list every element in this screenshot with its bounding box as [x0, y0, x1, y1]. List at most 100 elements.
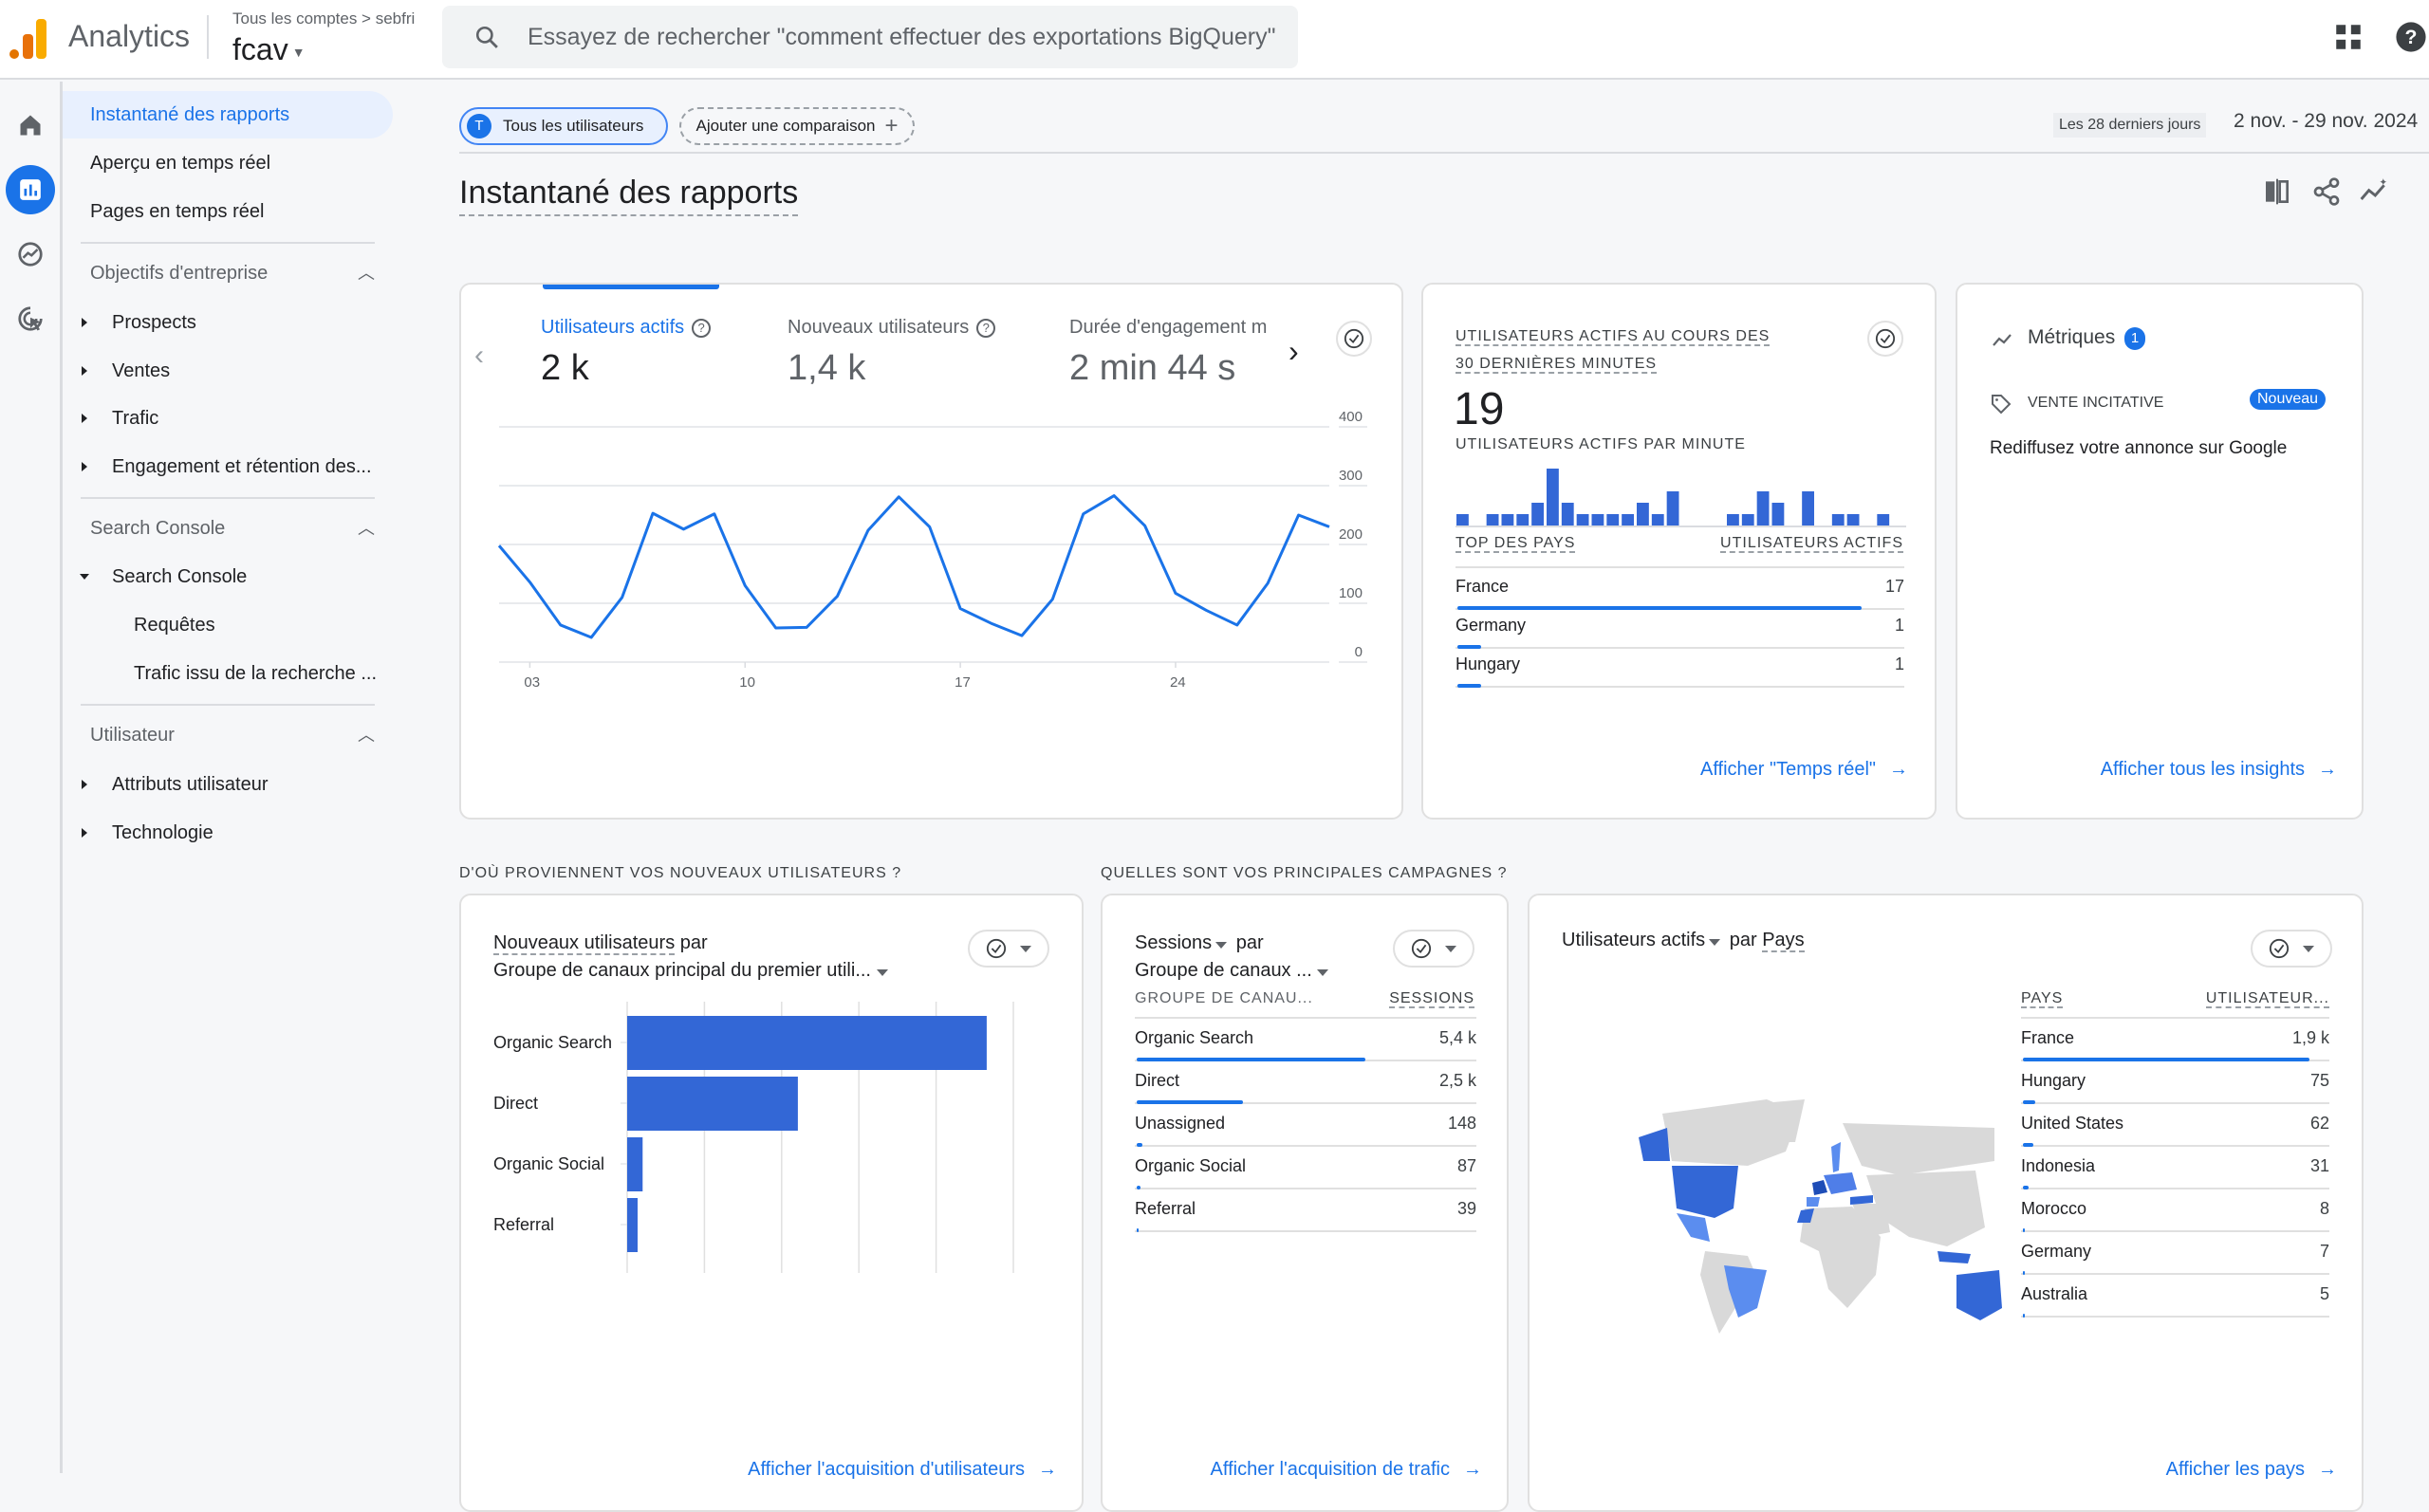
data-point[interactable] — [678, 525, 688, 534]
customize-card-button[interactable] — [968, 930, 1049, 968]
minute-bar[interactable] — [1606, 514, 1620, 526]
help-circle-icon[interactable]: ? — [692, 318, 712, 338]
nav-item-prospects[interactable]: Prospects — [63, 299, 196, 346]
view-traffic-acquisition-link[interactable]: Afficher l'acquisition de trafic → — [1211, 1459, 1482, 1481]
minute-bar[interactable] — [1651, 514, 1664, 526]
data-point[interactable] — [802, 622, 811, 632]
data-point[interactable] — [618, 593, 627, 602]
apps-grid-icon[interactable] — [2332, 21, 2364, 53]
minute-bar[interactable] — [1771, 503, 1785, 526]
table-row[interactable]: Unassigned 148 — [1135, 1108, 1476, 1147]
dimension-selector[interactable]: Groupe de canaux ... — [1135, 960, 1312, 981]
customize-card-button[interactable] — [2251, 930, 2332, 968]
minute-bar[interactable] — [1576, 514, 1589, 526]
nav-item-realtime-overview[interactable]: Aperçu en temps réel — [63, 139, 270, 187]
minute-bar[interactable] — [1831, 514, 1845, 526]
date-range[interactable]: 2 nov. - 29 nov. 2024 — [2234, 110, 2418, 133]
data-point[interactable] — [1233, 620, 1242, 630]
minute-bar[interactable] — [1877, 514, 1890, 526]
minute-bar[interactable] — [1846, 514, 1860, 526]
data-point[interactable] — [987, 618, 996, 628]
data-point[interactable] — [894, 492, 903, 502]
data-point[interactable] — [710, 509, 719, 519]
rail-advertising[interactable] — [6, 294, 55, 343]
property-selector[interactable]: fcav ▼ — [232, 32, 306, 67]
nav-section-user[interactable]: Utilisateur ︿ — [90, 716, 375, 754]
data-point[interactable] — [771, 623, 781, 633]
minute-bar[interactable] — [1501, 514, 1514, 526]
nav-item-technology[interactable]: Technologie — [63, 809, 213, 857]
view-realtime-link[interactable]: Afficher "Temps réel" → — [1700, 759, 1908, 781]
data-point[interactable] — [1079, 509, 1088, 519]
nav-item-organic-search-traffic[interactable]: Trafic issu de la recherche ... — [63, 650, 377, 697]
customize-card-button[interactable] — [1336, 321, 1372, 357]
minute-bar[interactable] — [1591, 514, 1604, 526]
table-row[interactable]: Indonesia 31 — [2021, 1151, 2329, 1189]
minute-bar[interactable] — [1637, 503, 1649, 526]
customize-card-button[interactable] — [1867, 321, 1903, 357]
data-point[interactable] — [1048, 595, 1057, 604]
metric-selector[interactable]: Utilisateurs actifs — [1562, 930, 1705, 950]
minute-bar[interactable] — [1727, 514, 1739, 526]
nav-item-engagement[interactable]: Engagement et rétention des... — [63, 443, 372, 490]
data-point[interactable] — [494, 541, 504, 550]
minute-bar[interactable] — [1561, 503, 1574, 526]
next-kpi-arrow[interactable]: › — [1289, 334, 1299, 369]
world-map[interactable] — [1596, 1085, 2004, 1341]
view-user-acquisition-link[interactable]: Afficher l'acquisition d'utilisateurs → — [748, 1459, 1057, 1481]
search-bar[interactable] — [442, 6, 1298, 68]
table-row[interactable]: Direct 2,5 k — [1135, 1065, 1476, 1104]
data-point[interactable] — [955, 604, 965, 614]
minute-bar[interactable] — [1486, 514, 1499, 526]
date-preset-label[interactable]: Les 28 derniers jours — [2053, 113, 2207, 138]
table-row[interactable]: United States 62 — [2021, 1108, 2329, 1147]
insight-text[interactable]: Rediffusez votre annonce sur Google — [1990, 438, 2287, 459]
search-input[interactable] — [528, 6, 1277, 68]
minute-bar[interactable] — [1531, 503, 1544, 526]
data-point[interactable] — [740, 581, 750, 590]
insights-icon[interactable]: ✦ — [2359, 176, 2389, 207]
minute-bar[interactable] — [1547, 469, 1559, 526]
metric-selector[interactable]: Nouveaux utilisateurs — [493, 932, 676, 955]
data-point[interactable] — [1171, 588, 1180, 598]
table-row[interactable]: Australia 5 — [2021, 1279, 2329, 1318]
data-point[interactable] — [586, 633, 596, 642]
kpi-engagement-time[interactable]: Durée d'engagement m 2 min 44 s — [1069, 317, 1273, 389]
segment-chip-all-users[interactable]: T Tous les utilisateurs — [459, 107, 668, 145]
nav-item-realtime-pages[interactable]: Pages en temps réel — [63, 188, 264, 235]
previous-kpi-arrow[interactable]: ‹ — [474, 340, 484, 372]
table-row[interactable]: Organic Social 87 — [1135, 1151, 1476, 1189]
table-row[interactable]: Hungary 75 — [2021, 1065, 2329, 1104]
dimension-selector[interactable]: Pays — [1762, 930, 1805, 952]
nav-section-business-objectives[interactable]: Objectifs d'entreprise ︿ — [90, 254, 375, 292]
bar-direct[interactable] — [627, 1077, 798, 1131]
data-point[interactable] — [556, 620, 566, 630]
table-row[interactable]: Germany 7 — [2021, 1236, 2329, 1275]
nav-item-traffic[interactable]: Trafic — [63, 395, 158, 442]
data-point[interactable] — [1017, 631, 1027, 640]
nav-section-search-console[interactable]: Search Console ︿ — [90, 509, 375, 547]
nav-item-search-console[interactable]: Search Console — [63, 553, 247, 600]
minute-bar[interactable] — [1456, 514, 1469, 526]
bar-organic-social[interactable] — [627, 1137, 643, 1191]
data-point[interactable] — [832, 592, 842, 601]
bar-referral[interactable] — [627, 1198, 638, 1252]
help-icon[interactable]: ? — [2395, 21, 2427, 53]
kpi-new-users[interactable]: Nouveaux utilisateurs? 1,4 k — [788, 317, 996, 389]
data-point[interactable] — [525, 578, 534, 587]
data-point[interactable] — [863, 526, 873, 535]
minute-bar[interactable] — [1622, 514, 1634, 526]
data-point[interactable] — [1140, 521, 1150, 530]
rail-reports[interactable] — [6, 165, 55, 214]
data-point[interactable] — [1263, 579, 1272, 588]
analytics-logo[interactable] — [9, 17, 47, 59]
add-comparison-button[interactable]: Ajouter une comparaison + — [679, 107, 915, 145]
table-row[interactable]: Germany 1 — [1456, 610, 1904, 649]
data-point[interactable] — [1294, 510, 1304, 520]
minute-bar[interactable] — [1741, 514, 1754, 526]
rail-explore[interactable] — [6, 230, 55, 279]
minute-bar[interactable] — [1802, 491, 1814, 526]
rail-home[interactable] — [6, 101, 55, 150]
view-countries-link[interactable]: Afficher les pays → — [2166, 1459, 2337, 1481]
nav-item-sales[interactable]: Ventes — [63, 347, 170, 395]
